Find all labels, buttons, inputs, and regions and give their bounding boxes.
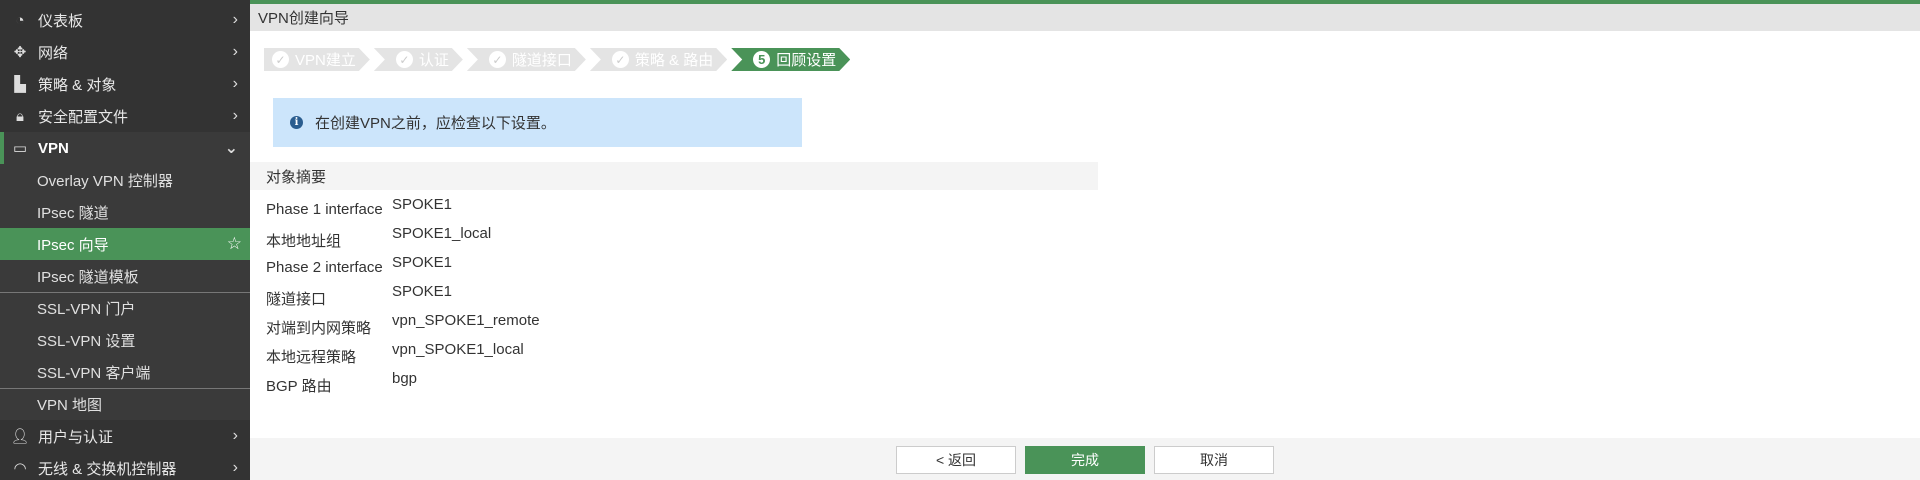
sidebar: ◔ 仪表板 › ✥ 网络 › ▙ 策略 & 对象 › 🔒︎ 安全配置文件 › ▭ VPN ⌄ Ove… [0,0,250,480]
sidebar-item-label: Overlay VPN 控制器 [37,172,173,190]
section-header: 对象摘要 [250,162,1098,190]
sidebar-item-vpn-map[interactable]: VPN 地图 [0,388,250,420]
sidebar-item-label: 仪表板 [38,12,84,30]
lock-icon: 🔒︎ [16,107,24,125]
wizard-steps: ✓ VPN建立 ✓ 认证 ✓ 隧道接口 ✓ 策略 & 路由 5 回顾设置 [264,48,854,71]
cancel-button[interactable]: 取消 [1154,446,1274,474]
check-icon: ✓ [396,51,413,68]
star-icon[interactable]: ☆ [227,234,242,254]
row-label: Phase 1 interface [266,201,383,218]
chevron-right-icon: › [232,43,238,60]
summary-row: 本地地址组 SPOKE1_local [266,225,540,254]
step-label: 隧道接口 [511,52,572,69]
chevron-down-icon: ⌄ [224,140,238,157]
dashboard-icon: ◔ [15,11,25,29]
chevron-right-icon: › [232,11,238,28]
info-icon: i [290,116,303,129]
sidebar-item-label: 策略 & 对象 [38,76,117,94]
sidebar-item-security-profiles[interactable]: 🔒︎ 安全配置文件 › [0,100,250,132]
check-icon: ✓ [489,51,506,68]
row-value: SPOKE1 [392,254,453,271]
sidebar-item-ssl-settings[interactable]: SSL-VPN 设置 [0,324,250,356]
back-button[interactable]: < 返回 [896,446,1016,474]
finish-button[interactable]: 完成 [1025,446,1145,474]
info-message: i 在创建VPN之前，应检查以下设置。 [273,98,802,147]
sidebar-item-dashboard[interactable]: ◔ 仪表板 › [0,4,250,36]
laptop-icon: ▭ [12,140,28,157]
sidebar-item-ssl-client[interactable]: SSL-VPN 客户端 [0,356,250,388]
sidebar-item-wireless[interactable]: ◠ 无线 & 交换机控制器 › [0,452,250,480]
check-icon: ✓ [272,51,289,68]
step-number-badge: 5 [753,51,770,68]
policy-icon: ▙ [14,76,26,93]
sidebar-item-label: IPsec 向导 [37,236,109,254]
sidebar-item-ipsec-template[interactable]: IPsec 隧道模板 [0,260,250,292]
summary-row: 本地远程策略 vpn_SPOKE1_local [266,341,540,370]
row-value: SPOKE1 [392,196,453,213]
row-label: BGP 路由 [266,378,332,395]
summary-row: Phase 1 interface SPOKE1 [266,196,540,225]
sidebar-item-network[interactable]: ✥ 网络 › [0,36,250,68]
sidebar-item-label: IPsec 隧道模板 [37,268,139,286]
sidebar-item-label: IPsec 隧道 [37,204,109,222]
info-text: 在创建VPN之前，应检查以下设置。 [315,115,556,132]
row-label: 隧道接口 [266,291,327,308]
step-tunnel-interface: ✓ 隧道接口 [467,48,586,71]
row-value: vpn_SPOKE1_local [392,341,524,358]
sidebar-item-label: SSL-VPN 客户端 [37,364,151,382]
sidebar-item-overlay-vpn[interactable]: Overlay VPN 控制器 [0,164,250,196]
check-icon: ✓ [612,51,629,68]
sidebar-item-label: VPN 地图 [37,397,103,414]
sidebar-item-vpn[interactable]: ▭ VPN ⌄ [0,132,250,164]
row-value: SPOKE1_local [392,225,492,242]
wifi-icon: ◠ [13,460,27,477]
step-authentication: ✓ 认证 [374,48,463,71]
sidebar-item-label: VPN [38,139,69,157]
network-move-icon: ✥ [13,44,27,61]
sidebar-item-ipsec-tunnels[interactable]: IPsec 隧道 [0,196,250,228]
chevron-right-icon: › [232,75,238,92]
main-content: VPN创建向导 ✓ VPN建立 ✓ 认证 ✓ 隧道接口 ✓ 策略 & 路由 5 回顾设置 … [250,4,1920,480]
step-label: 认证 [418,52,449,69]
row-label: Phase 2 interface [266,259,383,276]
row-value: bgp [392,370,418,387]
sidebar-item-user-auth[interactable]: 👤︎ 用户与认证 › [0,420,250,452]
step-label: VPN建立 [295,52,356,69]
summary-row: Phase 2 interface SPOKE1 [266,254,540,283]
chevron-right-icon: › [232,459,238,476]
user-icon: 👤︎ [10,428,30,445]
step-vpn-setup: ✓ VPN建立 [264,48,370,71]
step-label: 回顾设置 [776,52,837,69]
step-label: 策略 & 路由 [634,52,714,69]
footer-bar: < 返回 完成 取消 [250,438,1920,480]
summary-row: 对端到内网策略 vpn_SPOKE1_remote [266,312,540,341]
page-title: VPN创建向导 [250,4,1920,31]
sidebar-item-ipsec-wizard[interactable]: IPsec 向导 ☆ [0,228,250,260]
row-value: vpn_SPOKE1_remote [392,312,540,329]
row-value: SPOKE1 [392,283,453,300]
sidebar-item-label: 用户与认证 [38,428,114,446]
step-review-settings: 5 回顾设置 [731,48,850,71]
sidebar-item-policy[interactable]: ▙ 策略 & 对象 › [0,68,250,100]
row-label: 对端到内网策略 [266,320,372,337]
sidebar-item-label: 无线 & 交换机控制器 [38,460,177,478]
sidebar-item-label: 网络 [38,44,69,62]
chevron-right-icon: › [232,107,238,124]
summary-row: BGP 路由 bgp [266,370,540,399]
chevron-right-icon: › [232,427,238,444]
sidebar-item-label: SSL-VPN 设置 [37,332,136,350]
sidebar-item-ssl-portal[interactable]: SSL-VPN 门户 [0,292,250,324]
summary-row: 隧道接口 SPOKE1 [266,283,540,312]
summary-list: Phase 1 interface SPOKE1 本地地址组 SPOKE1_loca… [266,196,540,399]
row-label: 本地远程策略 [266,349,357,366]
sidebar-item-label: 安全配置文件 [38,108,129,126]
sidebar-item-label: SSL-VPN 门户 [37,301,136,318]
step-policy-routing: ✓ 策略 & 路由 [590,48,727,71]
row-label: 本地地址组 [266,233,342,250]
